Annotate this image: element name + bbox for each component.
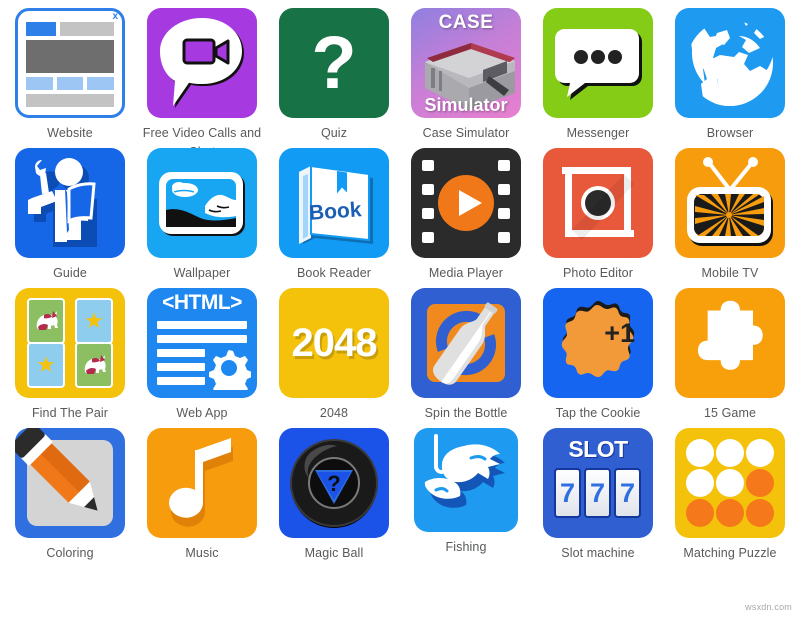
reel-group: 7 7 7	[554, 468, 641, 518]
pair-card-star: ★	[75, 298, 113, 344]
app-label: Quiz	[320, 126, 348, 140]
app-cell-quiz[interactable]: ? Quiz	[268, 8, 400, 148]
app-label: Photo Editor	[563, 266, 633, 280]
bottle-spin-icon[interactable]	[411, 288, 521, 398]
app-label: Coloring	[46, 546, 94, 560]
reel: 7	[554, 468, 581, 518]
camera-crop-icon[interactable]	[543, 148, 653, 258]
app-cell-2048[interactable]: 2048 2048	[268, 288, 400, 428]
app-label: 2048	[319, 406, 349, 420]
app-label: Music	[185, 546, 219, 560]
speech-bubble-icon[interactable]	[543, 8, 653, 118]
app-cell-15-game[interactable]: 15 Game	[664, 288, 796, 428]
app-cell-mobile-tv[interactable]: Mobile TV	[664, 148, 796, 288]
app-cell-magic-ball[interactable]: ? Magic Ball	[268, 428, 400, 568]
pair-card-pony	[75, 342, 113, 388]
app-cell-website[interactable]: x Website	[4, 8, 136, 148]
film-play-icon[interactable]	[411, 148, 521, 258]
question-mark-icon[interactable]: ?	[279, 8, 389, 118]
pair-card-star: ★	[27, 342, 65, 388]
app-cell-video-calls[interactable]: Free Video Calls and Chat	[136, 8, 268, 159]
app-label: Browser	[706, 126, 754, 140]
book-glyph: Book	[308, 198, 363, 225]
app-cell-slot-machine[interactable]: SLOT 7 7 7 Slot machine	[532, 428, 664, 568]
case-bottom-text: Simulator	[424, 95, 508, 115]
html-glyph: <HTML>	[162, 291, 242, 314]
app-cell-coloring[interactable]: Coloring	[4, 428, 136, 568]
app-label: Guide	[53, 266, 87, 280]
app-cell-browser[interactable]: Browser	[664, 8, 796, 148]
app-label: Book Reader	[296, 266, 372, 280]
television-icon[interactable]	[675, 148, 785, 258]
app-label: Media Player	[428, 266, 504, 280]
plus-one-glyph: +1	[604, 318, 635, 348]
app-label: Wallpaper	[173, 266, 231, 280]
app-label: Tap the Cookie	[555, 406, 641, 420]
app-label: Messenger	[566, 126, 630, 140]
music-note-icon[interactable]	[147, 428, 257, 538]
html-gear-icon[interactable]: <HTML>	[147, 288, 257, 398]
play-button-icon	[438, 175, 494, 231]
fish-hook-icon[interactable]	[414, 428, 518, 532]
book-icon[interactable]: Book	[279, 148, 389, 258]
app-grid: x Website Free Video Calls and ? Quiz CA…	[0, 0, 800, 617]
app-label: Slot machine	[561, 546, 635, 560]
weapon-case-icon[interactable]: CASE Simulator	[411, 8, 521, 118]
landscape-photo-icon[interactable]	[147, 148, 257, 258]
app-cell-photo-editor[interactable]: Photo Editor	[532, 148, 664, 288]
app-label: Mobile TV	[701, 266, 759, 280]
number-2048-icon[interactable]: 2048	[279, 288, 389, 398]
app-cell-music[interactable]: Music	[136, 428, 268, 568]
colored-dots-grid-icon[interactable]	[675, 428, 785, 538]
number-glyph: 2048	[291, 320, 378, 365]
app-label: Case Simulator	[422, 126, 510, 140]
app-cell-web-app[interactable]: <HTML> Web App	[136, 288, 268, 428]
pair-card-pony	[27, 298, 65, 344]
app-label: Matching Puzzle	[683, 546, 777, 560]
app-cell-guide[interactable]: Guide	[4, 148, 136, 288]
app-label: Fishing	[445, 540, 487, 554]
reel: 7	[584, 468, 611, 518]
app-cell-wallpaper[interactable]: Wallpaper	[136, 148, 268, 288]
app-label: Find The Pair	[31, 406, 109, 420]
app-cell-find-the-pair[interactable]: ★ ★ Find The Pair	[4, 288, 136, 428]
app-cell-case-simulator[interactable]: CASE Simulator Case Simulator	[400, 8, 532, 148]
close-icon: x	[112, 11, 118, 22]
app-cell-fishing[interactable]: Fishing	[400, 428, 532, 568]
app-cell-book-reader[interactable]: Book Book Reader	[268, 148, 400, 288]
reel: 7	[614, 468, 641, 518]
app-cell-spin-the-bottle[interactable]: Spin the Bottle	[400, 288, 532, 428]
app-label: Web App	[176, 406, 228, 420]
app-label: Magic Ball	[304, 546, 364, 560]
magic-8-ball-icon[interactable]: ?	[279, 428, 389, 538]
browser-window-icon[interactable]: x	[15, 8, 125, 118]
globe-icon[interactable]	[675, 8, 785, 118]
app-cell-messenger[interactable]: Messenger	[532, 8, 664, 148]
video-chat-bubble-icon[interactable]	[147, 8, 257, 118]
person-with-wrench-icon[interactable]	[15, 148, 125, 258]
watermark: wsxdn.com	[745, 602, 792, 612]
app-cell-matching-puzzle[interactable]: Matching Puzzle	[664, 428, 796, 568]
app-label: 15 Game	[703, 406, 757, 420]
question-glyph: ?	[311, 21, 357, 104]
app-cell-media-player[interactable]: Media Player	[400, 148, 532, 288]
slot-reels-icon[interactable]: SLOT 7 7 7	[543, 428, 653, 538]
app-label: Spin the Bottle	[424, 406, 508, 420]
slot-top-text: SLOT	[568, 436, 628, 462]
memory-cards-icon[interactable]: ★ ★	[15, 288, 125, 398]
app-cell-tap-the-cookie[interactable]: +1 Tap the Cookie	[532, 288, 664, 428]
puzzle-piece-icon[interactable]	[675, 288, 785, 398]
svg-text:?: ?	[327, 471, 340, 496]
gear-icon	[209, 350, 251, 390]
pencil-icon[interactable]	[15, 428, 125, 538]
app-label: Website	[47, 126, 93, 140]
cookie-icon[interactable]: +1	[543, 288, 653, 398]
